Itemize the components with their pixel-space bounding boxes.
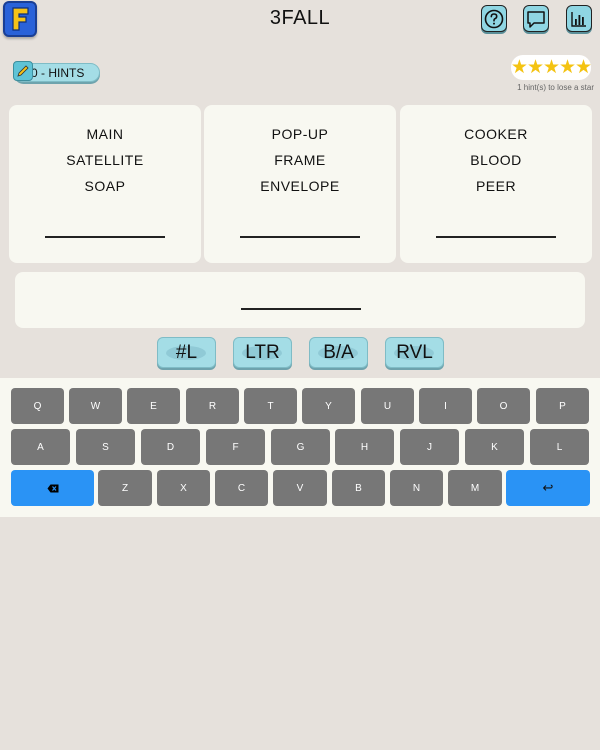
key-b[interactable]: B (332, 470, 385, 506)
star-rating: ★★★★★ (510, 55, 592, 80)
backspace-icon (47, 484, 58, 492)
key-h[interactable]: H (335, 429, 394, 465)
clue-word: BLOOD (470, 152, 522, 168)
key-k[interactable]: K (465, 429, 524, 465)
feedback-button[interactable] (523, 5, 549, 32)
action-label: RVL (396, 341, 433, 363)
action-label: B/A (323, 341, 354, 363)
clue-card-1: MAIN SATELLITE SOAP (9, 105, 201, 263)
help-button[interactable] (481, 5, 507, 32)
key-q[interactable]: Q (11, 388, 64, 424)
chat-bubble-icon (527, 10, 545, 28)
key-m[interactable]: M (448, 470, 502, 506)
key-u[interactable]: U (361, 388, 414, 424)
key-z[interactable]: Z (98, 470, 152, 506)
key-g[interactable]: G (271, 429, 330, 465)
key-w[interactable]: W (69, 388, 122, 424)
answer-blank[interactable] (436, 236, 556, 238)
key-e[interactable]: E (127, 388, 180, 424)
key-o[interactable]: O (477, 388, 530, 424)
hints-button[interactable]: 0 - HINTS (13, 61, 100, 82)
final-answer-blank[interactable] (241, 308, 361, 310)
page-title: 3FALL (269, 7, 331, 29)
backspace-key[interactable] (11, 470, 94, 506)
final-answer-card (15, 272, 585, 328)
key-t[interactable]: T (244, 388, 297, 424)
hints-label: 0 - HINTS (31, 65, 85, 80)
action-label: LTR (245, 341, 280, 363)
key-x[interactable]: X (157, 470, 210, 506)
key-l[interactable]: L (530, 429, 589, 465)
key-y[interactable]: Y (302, 388, 355, 424)
letter-count-button[interactable]: #L (157, 337, 216, 368)
enter-key[interactable]: ↩ (506, 470, 590, 506)
question-icon (484, 9, 504, 28)
clue-word: POP-UP (271, 126, 329, 142)
clue-word: FRAME (274, 152, 326, 168)
action-label: #L (175, 341, 198, 363)
enter-icon: ↩ (542, 480, 554, 495)
clue-word: SATELLITE (66, 152, 144, 168)
before-after-button[interactable]: B/A (309, 337, 368, 368)
clue-card-3: COOKER BLOOD PEER (400, 105, 592, 263)
header: 3FALL (0, 0, 600, 44)
bar-chart-icon (571, 11, 586, 27)
key-p[interactable]: P (536, 388, 589, 424)
key-v[interactable]: V (273, 470, 327, 506)
key-f[interactable]: F (206, 429, 265, 465)
key-d[interactable]: D (141, 429, 200, 465)
hint-pencil-icon (13, 61, 33, 81)
clue-word: PEER (475, 178, 517, 194)
on-screen-keyboard: Q W E R T Y U I O P A S D F G H J K L Z … (0, 378, 600, 517)
clue-card-2: POP-UP FRAME ENVELOPE (204, 105, 396, 263)
key-j[interactable]: J (400, 429, 459, 465)
answer-blank[interactable] (240, 236, 360, 238)
clue-word: MAIN (86, 126, 124, 142)
key-n[interactable]: N (390, 470, 443, 506)
clue-word: COOKER (464, 126, 528, 142)
reveal-letter-button[interactable]: LTR (233, 337, 292, 368)
answer-blank[interactable] (45, 236, 165, 238)
reveal-answer-button[interactable]: RVL (385, 337, 444, 368)
star-note: 1 hint(s) to lose a star (517, 83, 594, 92)
key-c[interactable]: C (215, 470, 268, 506)
clue-word: ENVELOPE (260, 178, 340, 194)
key-r[interactable]: R (186, 388, 239, 424)
key-s[interactable]: S (76, 429, 135, 465)
stats-button[interactable] (566, 5, 592, 32)
key-a[interactable]: A (11, 429, 70, 465)
key-i[interactable]: I (419, 388, 472, 424)
clue-word: SOAP (84, 178, 126, 194)
